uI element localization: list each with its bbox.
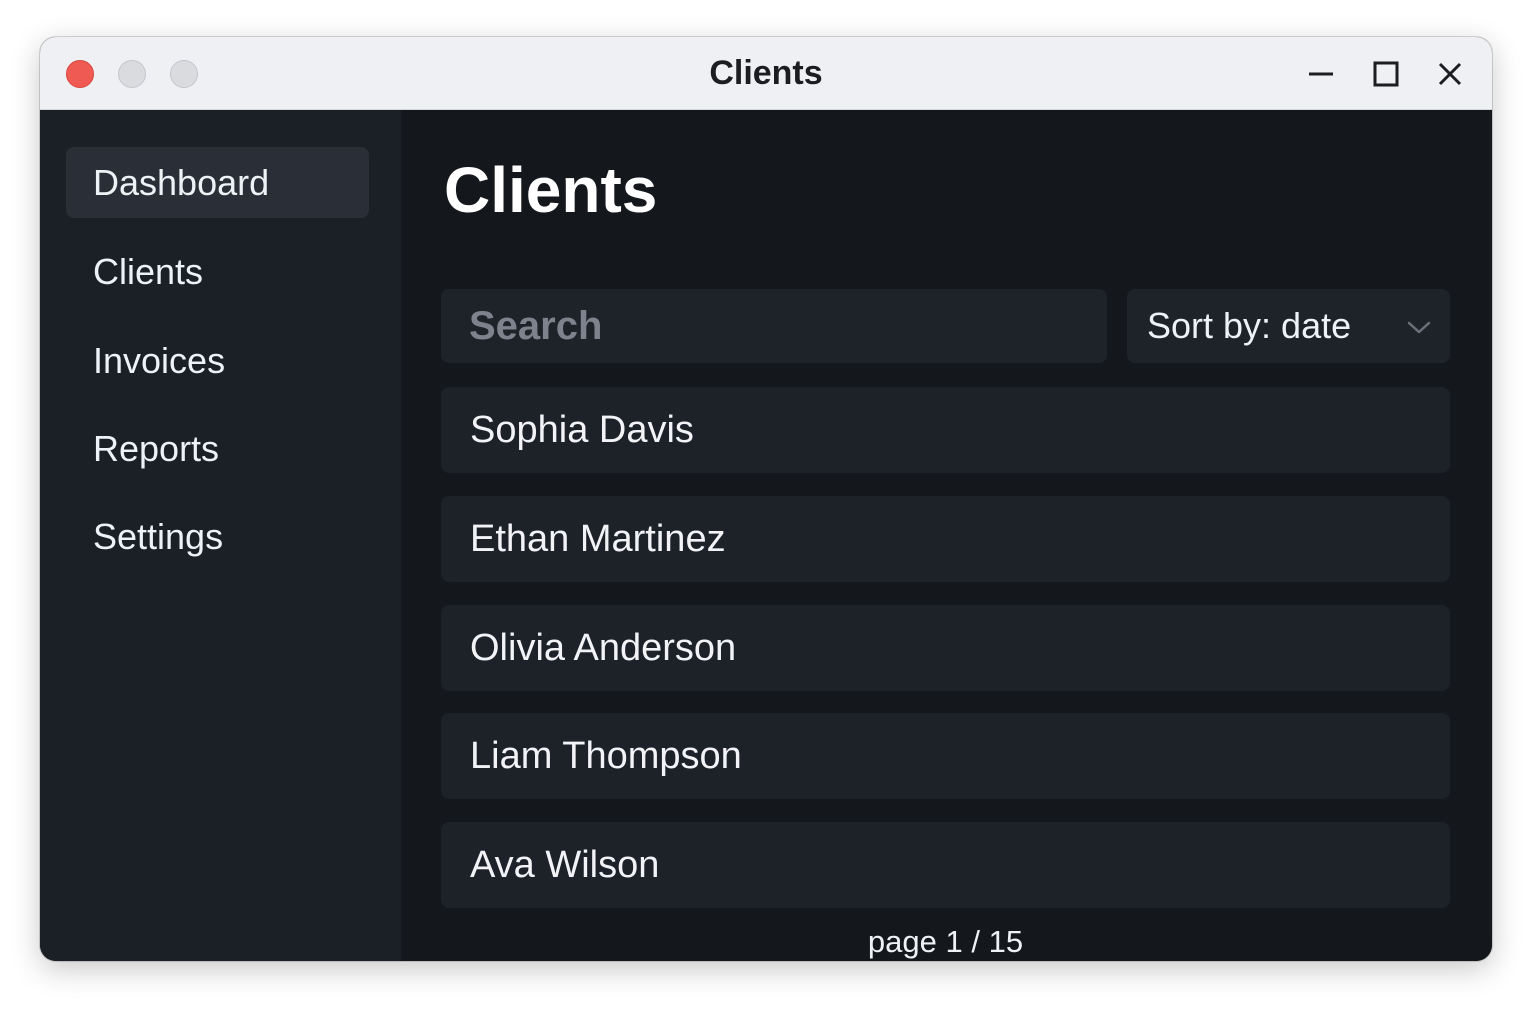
minimize-icon xyxy=(1309,72,1333,76)
search-input[interactable] xyxy=(441,289,1107,363)
sidebar-item-dashboard[interactable]: Dashboard xyxy=(66,147,369,218)
window-title: Clients xyxy=(709,54,823,92)
client-row-liam-thompson[interactable]: Liam Thompson xyxy=(441,713,1450,799)
sidebar-item-settings[interactable]: Settings xyxy=(66,501,369,572)
sidebar: Dashboard Clients Invoices Reports Setti… xyxy=(40,110,401,961)
sort-dropdown[interactable]: Sort by: date xyxy=(1127,289,1450,363)
client-row-olivia-anderson[interactable]: Olivia Anderson xyxy=(441,605,1450,691)
client-row-ethan-martinez[interactable]: Ethan Martinez xyxy=(441,496,1450,582)
maximize-button[interactable] xyxy=(1368,57,1404,91)
sidebar-item-invoices[interactable]: Invoices xyxy=(66,325,369,396)
pagination-indicator: page 1 / 15 xyxy=(867,924,1024,959)
zoom-dot-button[interactable] xyxy=(170,60,198,88)
client-row-sophia-davis[interactable]: Sophia Davis xyxy=(441,387,1450,473)
close-icon xyxy=(1438,62,1462,86)
client-row-ava-wilson[interactable]: Ava Wilson xyxy=(441,822,1450,908)
minimize-dot-button[interactable] xyxy=(118,60,146,88)
main-content: Clients Sort by: date Sophia Davis Ethan… xyxy=(401,110,1492,961)
sidebar-item-clients[interactable]: Clients xyxy=(66,236,369,307)
title-bar: Clients xyxy=(40,37,1492,110)
close-button[interactable] xyxy=(1432,57,1468,91)
maximize-icon xyxy=(1373,61,1399,87)
app-window: Clients Dashboard Clients Invoices Repor… xyxy=(40,37,1492,961)
close-dot-button[interactable] xyxy=(66,60,94,88)
sidebar-item-reports[interactable]: Reports xyxy=(66,413,369,484)
chevron-down-icon xyxy=(1407,321,1431,334)
sort-label: Sort by: date xyxy=(1147,305,1352,346)
page-title: Clients xyxy=(444,154,658,226)
minimize-button[interactable] xyxy=(1303,57,1339,91)
